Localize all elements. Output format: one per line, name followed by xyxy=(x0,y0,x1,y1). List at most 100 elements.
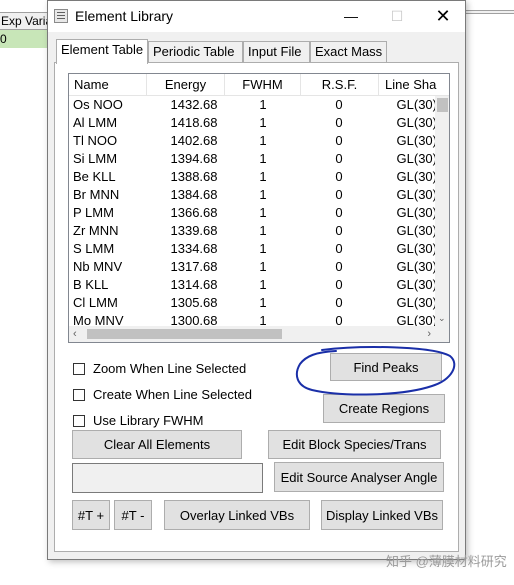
cell-fwhm: 1 xyxy=(259,277,267,292)
cell-line-shape: GL(30) xyxy=(396,259,437,274)
element-list[interactable]: Name Energy FWHM R.S.F. Line Sha Os NOO 1… xyxy=(68,73,450,343)
value-field[interactable] xyxy=(72,463,263,493)
cell-rsf: 0 xyxy=(335,169,343,184)
background-toolbar xyxy=(466,10,514,14)
cell-fwhm: 1 xyxy=(259,223,267,238)
checkbox-label: Create When Line Selected xyxy=(93,387,252,402)
list-rows: Os NOO 1432.68 1 0 GL(30) Al LMM 1418.68 1 0 GL(3… xyxy=(69,96,437,330)
edit-block-species-button[interactable]: Edit Block Species/Trans xyxy=(268,430,441,459)
cell-fwhm: 1 xyxy=(259,241,267,256)
checkbox-box[interactable] xyxy=(73,389,85,401)
cell-name: Nb MNV xyxy=(73,259,123,274)
tab-element-table[interactable]: Element Table xyxy=(56,39,148,64)
cell-line-shape: GL(30) xyxy=(396,205,437,220)
cell-line-shape: GL(30) xyxy=(396,97,437,112)
cell-name: Al LMM xyxy=(73,115,118,130)
cell-rsf: 0 xyxy=(335,97,343,112)
cell-name: Be KLL xyxy=(73,169,116,184)
window-title: Element Library xyxy=(75,8,174,24)
scroll-down-icon[interactable]: ⌄ xyxy=(438,313,446,324)
overlay-linked-vbs-button[interactable]: Overlay Linked VBs xyxy=(164,500,310,530)
table-row[interactable]: Os NOO 1432.68 1 0 GL(30) xyxy=(69,96,437,114)
vertical-scroll-thumb[interactable] xyxy=(437,98,448,112)
table-row[interactable]: Nb MNV 1317.68 1 0 GL(30) xyxy=(69,258,437,276)
t-plus-button[interactable]: #T + xyxy=(72,500,110,530)
cell-line-shape: GL(30) xyxy=(396,277,437,292)
column-header-rsf[interactable]: R.S.F. xyxy=(301,74,379,96)
cell-rsf: 0 xyxy=(335,187,343,202)
table-row[interactable]: Zr MNN 1339.68 1 0 GL(30) xyxy=(69,222,437,240)
cell-rsf: 0 xyxy=(335,133,343,148)
cell-name: Br MNN xyxy=(73,187,120,202)
vertical-scrollbar[interactable]: ⌄ xyxy=(435,96,449,326)
column-header-energy[interactable]: Energy xyxy=(147,74,225,96)
list-header: Name Energy FWHM R.S.F. Line Sha xyxy=(69,74,449,96)
cell-fwhm: 1 xyxy=(259,259,267,274)
maximize-button[interactable]: ☐ xyxy=(374,3,420,29)
cell-rsf: 0 xyxy=(335,115,343,130)
column-header-fwhm[interactable]: FWHM xyxy=(225,74,301,96)
cell-fwhm: 1 xyxy=(259,295,267,310)
create-regions-button[interactable]: Create Regions xyxy=(323,394,445,423)
column-header-line-shape[interactable]: Line Sha xyxy=(379,74,449,96)
table-row[interactable]: B KLL 1314.68 1 0 GL(30) xyxy=(69,276,437,294)
table-row[interactable]: P LMM 1366.68 1 0 GL(30) xyxy=(69,204,437,222)
cell-fwhm: 1 xyxy=(259,169,267,184)
background-column-header: Exp Varia xyxy=(0,12,52,30)
cell-line-shape: GL(30) xyxy=(396,169,437,184)
cell-name: B KLL xyxy=(73,277,109,292)
cell-line-shape: GL(30) xyxy=(396,187,437,202)
close-button[interactable]: ✕ xyxy=(420,3,466,29)
cell-rsf: 0 xyxy=(335,205,343,220)
app-icon xyxy=(54,9,68,23)
tab-exact-mass[interactable]: Exact Mass xyxy=(310,41,387,63)
table-row[interactable]: Be KLL 1388.68 1 0 GL(30) xyxy=(69,168,437,186)
table-row[interactable]: Al LMM 1418.68 1 0 GL(30) xyxy=(69,114,437,132)
table-row[interactable]: S LMM 1334.68 1 0 GL(30) xyxy=(69,240,437,258)
checkbox-box[interactable] xyxy=(73,363,85,375)
cell-line-shape: GL(30) xyxy=(396,133,437,148)
cell-rsf: 0 xyxy=(335,241,343,256)
tab-input-file[interactable]: Input File xyxy=(243,41,310,63)
cell-fwhm: 1 xyxy=(259,133,267,148)
tab-periodic-table[interactable]: Periodic Table xyxy=(148,41,243,63)
element-library-dialog: Element Library — ☐ ✕ Element Table Peri… xyxy=(47,0,466,560)
scroll-left-icon[interactable]: ‹ xyxy=(73,326,77,342)
cell-name: Cl LMM xyxy=(73,295,118,310)
cell-name: S LMM xyxy=(73,241,115,256)
table-row[interactable]: Br MNN 1384.68 1 0 GL(30) xyxy=(69,186,437,204)
find-peaks-button[interactable]: Find Peaks xyxy=(330,353,442,381)
column-header-name[interactable]: Name xyxy=(69,74,147,96)
cell-name: Si LMM xyxy=(73,151,118,166)
horizontal-scroll-thumb[interactable] xyxy=(87,329,282,339)
cell-fwhm: 1 xyxy=(259,151,267,166)
cell-rsf: 0 xyxy=(335,277,343,292)
scrollbar-corner xyxy=(435,326,449,342)
display-linked-vbs-button[interactable]: Display Linked VBs xyxy=(321,500,443,530)
edit-source-analyser-angle-button[interactable]: Edit Source Analyser Angle xyxy=(274,462,444,492)
cell-fwhm: 1 xyxy=(259,205,267,220)
table-row[interactable]: Tl NOO 1402.68 1 0 GL(30) xyxy=(69,132,437,150)
cell-line-shape: GL(30) xyxy=(396,295,437,310)
cell-rsf: 0 xyxy=(335,295,343,310)
clear-all-elements-button[interactable]: Clear All Elements xyxy=(72,430,242,459)
cell-rsf: 0 xyxy=(335,151,343,166)
cell-name: Os NOO xyxy=(73,97,123,112)
t-minus-button[interactable]: #T - xyxy=(114,500,152,530)
cell-line-shape: GL(30) xyxy=(396,241,437,256)
checkbox-label: Use Library FWHM xyxy=(93,413,204,428)
cell-line-shape: GL(30) xyxy=(396,223,437,238)
checkbox-box[interactable] xyxy=(73,415,85,427)
scroll-right-icon[interactable]: › xyxy=(427,326,431,342)
horizontal-scrollbar[interactable]: ‹ › xyxy=(69,326,435,342)
table-row[interactable]: Si LMM 1394.68 1 0 GL(30) xyxy=(69,150,437,168)
element-table-page: Name Energy FWHM R.S.F. Line Sha Os NOO 1… xyxy=(54,62,459,552)
cell-name: Tl NOO xyxy=(73,133,118,148)
table-row[interactable]: Cl LMM 1305.68 1 0 GL(30) xyxy=(69,294,437,312)
cell-line-shape: GL(30) xyxy=(396,115,437,130)
title-bar: Element Library — ☐ ✕ xyxy=(48,1,465,32)
cell-name: P LMM xyxy=(73,205,114,220)
minimize-button[interactable]: — xyxy=(328,3,374,29)
cell-fwhm: 1 xyxy=(259,187,267,202)
cell-name: Zr MNN xyxy=(73,223,119,238)
